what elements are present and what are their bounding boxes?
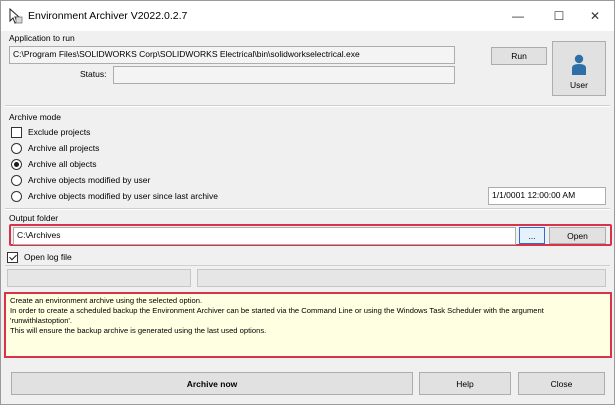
progress-bar-right: [197, 269, 606, 287]
browse-folder-button[interactable]: ...: [519, 227, 545, 244]
radio-circle[interactable]: [11, 190, 22, 202]
archive-now-button[interactable]: Archive now: [11, 372, 413, 395]
app-icon: [9, 8, 23, 24]
help-button[interactable]: Help: [419, 372, 511, 395]
run-button[interactable]: Run: [491, 47, 547, 65]
exclude-projects-label: Exclude projects: [28, 127, 91, 137]
minimize-button[interactable]: —: [498, 1, 538, 31]
radio-circle[interactable]: [11, 142, 22, 154]
exclude-projects-box[interactable]: [11, 126, 22, 138]
output-folder-label: Output folder: [9, 213, 59, 223]
progress-bar-left: [7, 269, 191, 287]
app-window: Environment Archiver V2022.0.2.7 — ☐ ✕ A…: [0, 0, 615, 405]
app-to-run-label: Application to run: [9, 33, 75, 43]
open-log-file-label: Open log file: [24, 252, 72, 262]
user-icon: [572, 54, 586, 75]
last-archive-date-field[interactable]: 1/1/0001 12:00:00 AM: [488, 187, 606, 205]
exclude-projects-checkbox[interactable]: Exclude projects: [11, 125, 90, 139]
open-log-file-checkbox[interactable]: Open log file: [7, 250, 72, 264]
separator: [5, 265, 610, 266]
radio-label: Archive all objects: [28, 159, 97, 169]
info-line: This will ensure the backup archive is g…: [10, 326, 267, 335]
user-button[interactable]: User: [552, 41, 606, 96]
info-line: Create an environment archive using the …: [10, 296, 203, 305]
close-window-button[interactable]: ✕: [575, 1, 615, 31]
radio-label: Archive objects modified by user since l…: [28, 191, 218, 201]
archive-mode-label: Archive mode: [9, 112, 61, 122]
status-field: [113, 66, 455, 84]
radio-label: Archive objects modified by user: [28, 175, 151, 185]
application-path-field[interactable]: C:\Program Files\SOLIDWORKS Corp\SOLIDWO…: [9, 46, 455, 64]
separator-highlight: [5, 106, 610, 107]
title-bar[interactable]: Environment Archiver V2022.0.2.7 — ☐ ✕: [1, 1, 614, 31]
close-button[interactable]: Close: [518, 372, 605, 395]
status-label: Status:: [80, 69, 107, 79]
separator-highlight: [5, 209, 610, 210]
radio-archive-all-objects[interactable]: Archive all objects: [11, 157, 97, 171]
maximize-button[interactable]: ☐: [539, 1, 579, 31]
user-button-label: User: [570, 80, 588, 90]
radio-archive-modified-by-user[interactable]: Archive objects modified by user: [11, 173, 150, 187]
open-log-file-box[interactable]: [7, 251, 18, 263]
info-line: 'runwithlastoption'.: [10, 316, 72, 325]
radio-archive-modified-since-last[interactable]: Archive objects modified by user since l…: [11, 189, 218, 203]
output-folder-path-field[interactable]: C:\Archives: [13, 227, 516, 245]
radio-circle-selected[interactable]: [11, 158, 22, 170]
open-folder-button[interactable]: Open: [549, 227, 606, 244]
window-title: Environment Archiver V2022.0.2.7: [28, 10, 188, 22]
radio-label: Archive all projects: [28, 143, 100, 153]
radio-archive-all-projects[interactable]: Archive all projects: [11, 141, 99, 155]
info-line: In order to create a scheduled backup th…: [10, 306, 544, 315]
info-message-box: Create an environment archive using the …: [4, 292, 612, 358]
radio-circle[interactable]: [11, 174, 22, 186]
